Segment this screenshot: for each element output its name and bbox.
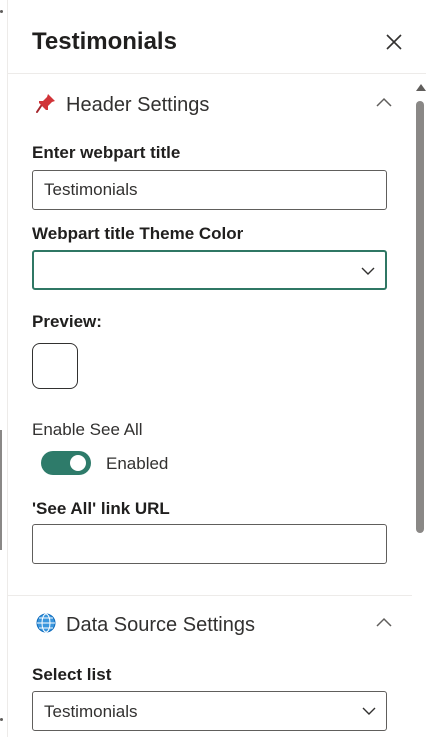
enable-see-all-state: Enabled xyxy=(106,454,169,473)
data-source-settings-title: Data Source Settings xyxy=(66,614,255,636)
scrollbar-thumb[interactable] xyxy=(416,101,424,533)
left-edge xyxy=(0,0,8,737)
chevron-down-icon xyxy=(361,267,375,275)
preview-label: Preview: xyxy=(32,312,102,331)
color-preview-swatch xyxy=(32,343,78,389)
section-divider xyxy=(8,595,412,596)
edge-dot xyxy=(0,718,3,721)
chevron-up-icon xyxy=(376,97,392,107)
chevron-up-icon xyxy=(376,617,392,627)
settings-panel-content: Header Settings Enter webpart title Webp… xyxy=(8,75,412,737)
select-list-value: Testimonials xyxy=(44,702,138,721)
theme-color-dropdown[interactable] xyxy=(32,250,387,290)
pushpin-icon xyxy=(36,94,55,113)
scroll-up-arrow-icon[interactable] xyxy=(416,84,426,91)
chevron-down-icon xyxy=(362,707,376,715)
close-button[interactable] xyxy=(382,30,406,54)
see-all-url-label: 'See All' link URL xyxy=(32,499,170,518)
enable-see-all-label: Enable See All xyxy=(32,420,143,439)
select-list-dropdown[interactable]: Testimonials xyxy=(32,691,387,731)
header-settings-title: Header Settings xyxy=(66,94,210,116)
toggle-knob xyxy=(70,455,86,471)
panel-header: Testimonials xyxy=(8,0,426,74)
globe-icon xyxy=(36,613,56,633)
edge-dot xyxy=(0,10,3,13)
enable-see-all-toggle[interactable] xyxy=(41,451,91,475)
webpart-title-input[interactable] xyxy=(32,170,387,210)
select-list-label: Select list xyxy=(32,665,112,684)
data-source-settings-toggle[interactable]: Data Source Settings xyxy=(32,610,392,640)
header-settings-toggle[interactable]: Header Settings xyxy=(32,90,392,120)
edge-line xyxy=(0,430,2,550)
theme-color-label: Webpart title Theme Color xyxy=(32,224,244,243)
close-icon xyxy=(386,34,402,50)
panel-title: Testimonials xyxy=(32,28,177,55)
webpart-title-label: Enter webpart title xyxy=(32,143,181,162)
see-all-url-input[interactable] xyxy=(32,524,387,564)
